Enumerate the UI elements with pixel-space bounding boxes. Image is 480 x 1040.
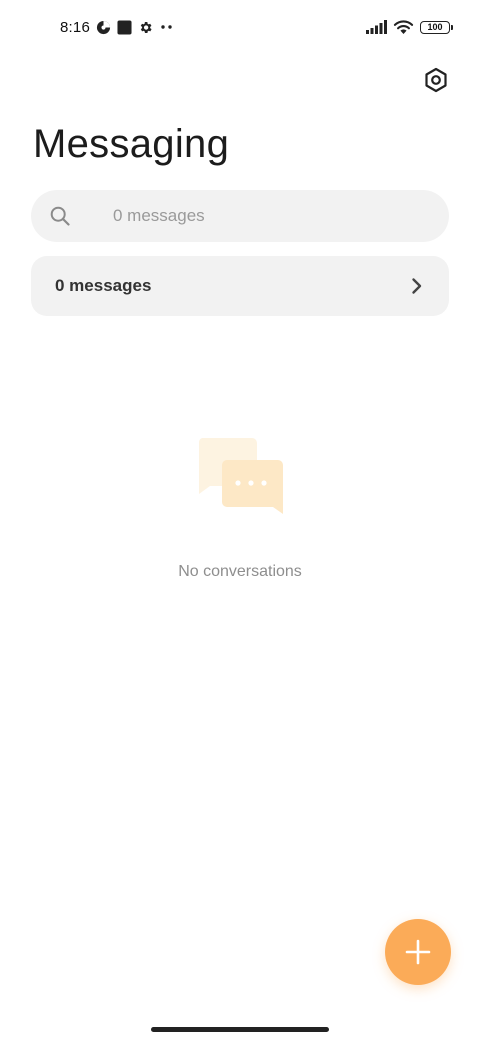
more-dots-icon <box>159 24 175 30</box>
messages-card-label: 0 messages <box>55 276 152 295</box>
status-right: 100 <box>366 17 453 37</box>
new-conversation-button[interactable] <box>385 919 451 985</box>
plus-icon <box>405 939 431 965</box>
messaging-screen: 8:16 100 Messaging 0 messages 0 messages… <box>0 0 480 1040</box>
page-title: Messaging <box>33 122 230 166</box>
search-box[interactable] <box>31 190 449 242</box>
gear-icon <box>138 20 153 35</box>
battery-level: 100 <box>427 21 443 32</box>
chat-bubbles-icon <box>196 437 286 517</box>
empty-state-text: No conversations <box>178 563 302 580</box>
hexagon-settings-icon <box>425 67 447 93</box>
settings-button[interactable] <box>420 64 452 96</box>
battery-icon: 100 <box>420 20 453 34</box>
status-left: 8:16 <box>60 17 175 37</box>
data-saver-icon <box>96 20 111 35</box>
cellular-signal-icon <box>366 20 387 34</box>
notification-square-icon <box>117 19 132 35</box>
wifi-icon <box>393 19 414 35</box>
chevron-right-icon <box>411 277 423 295</box>
home-indicator[interactable] <box>151 1027 329 1032</box>
search-icon <box>50 206 70 226</box>
status-bar: 8:16 100 <box>0 0 480 56</box>
status-time: 8:16 <box>60 18 90 36</box>
search-input[interactable] <box>113 190 433 242</box>
messages-card[interactable]: 0 messages <box>31 256 449 316</box>
